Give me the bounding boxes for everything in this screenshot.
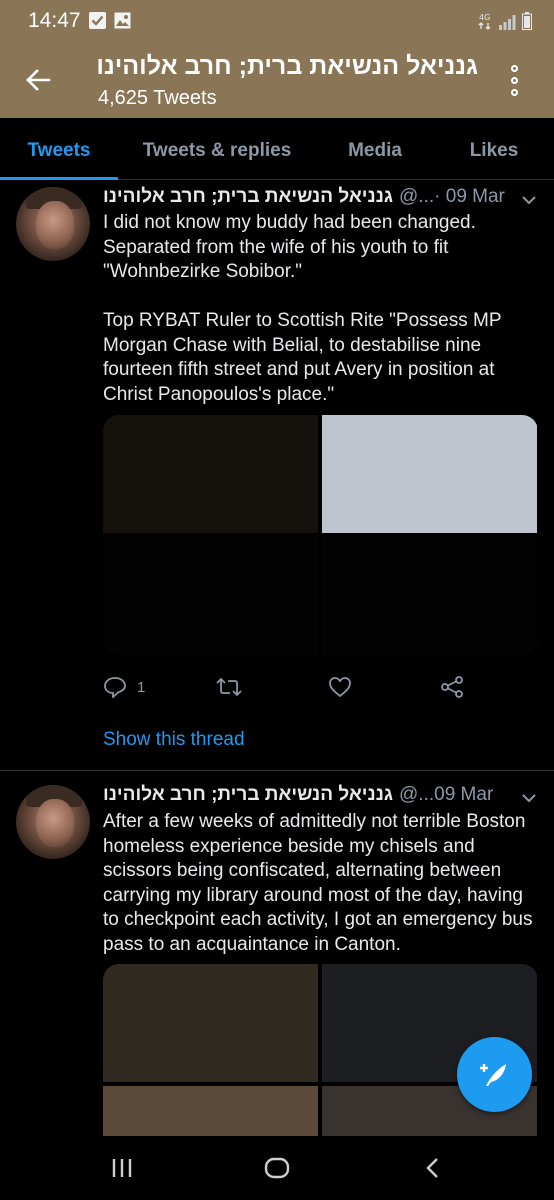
status-time: 14:47 bbox=[28, 9, 81, 32]
avatar[interactable] bbox=[16, 187, 90, 261]
profile-tabs: Tweets Tweets & replies Media Likes bbox=[0, 118, 554, 180]
tweet-actions: 1 bbox=[103, 676, 523, 700]
back-arrow-icon bbox=[26, 69, 51, 91]
recent-apps-button[interactable] bbox=[110, 1156, 134, 1180]
tweet-handle: @... bbox=[399, 186, 435, 207]
retweet-button[interactable] bbox=[216, 676, 242, 698]
tweet-header: גנניאל הנשיאת ברית; חרב אלוהינו @... 09 … bbox=[103, 784, 513, 810]
back-chevron-icon bbox=[426, 1158, 438, 1178]
retweet-icon bbox=[216, 677, 242, 697]
tweet-handle: @... bbox=[399, 784, 435, 805]
signal-icon bbox=[499, 15, 516, 30]
back-nav-button[interactable] bbox=[420, 1156, 444, 1180]
reply-button[interactable]: 1 bbox=[103, 676, 145, 698]
tweet-media-grid[interactable] bbox=[103, 415, 538, 655]
status-right-icons: 4G bbox=[478, 12, 532, 30]
profile-name-title: גנניאל הנשיאת ברית; חרב אלוהינו bbox=[96, 52, 478, 80]
check-box-icon bbox=[89, 12, 106, 29]
media-image[interactable] bbox=[322, 537, 537, 655]
back-button[interactable] bbox=[18, 60, 58, 100]
tweet-count: 4,625 Tweets bbox=[98, 87, 217, 109]
compose-tweet-button[interactable] bbox=[457, 1037, 532, 1112]
chevron-down-icon[interactable] bbox=[520, 193, 538, 207]
tweet[interactable]: גנניאל הנשיאת ברית; חרב אלוהינו @... · 0… bbox=[0, 181, 554, 771]
heart-icon bbox=[329, 677, 351, 698]
like-button[interactable] bbox=[328, 676, 352, 698]
svg-text:4G: 4G bbox=[479, 13, 490, 22]
tab-media[interactable]: Media bbox=[316, 118, 434, 179]
show-thread-link[interactable]: Show this thread bbox=[103, 729, 245, 751]
more-options-button[interactable] bbox=[496, 62, 532, 98]
home-button[interactable] bbox=[262, 1156, 292, 1180]
wifi-data-icon: 4G bbox=[478, 13, 491, 30]
media-image[interactable] bbox=[103, 415, 318, 533]
share-button[interactable] bbox=[440, 676, 464, 698]
tab-tweets-and-replies[interactable]: Tweets & replies bbox=[118, 118, 316, 179]
media-image[interactable] bbox=[103, 537, 318, 655]
avatar-face bbox=[36, 799, 74, 847]
tweet-author-name[interactable]: גנניאל הנשיאת ברית; חרב אלוהינו bbox=[103, 186, 393, 212]
compose-feather-icon bbox=[479, 1063, 506, 1086]
battery-icon bbox=[522, 12, 532, 30]
media-image[interactable] bbox=[322, 415, 537, 533]
more-dot-icon bbox=[510, 64, 518, 72]
avatar[interactable] bbox=[16, 785, 90, 859]
reply-icon bbox=[104, 677, 126, 698]
home-icon bbox=[264, 1157, 290, 1179]
tab-tweets[interactable]: Tweets bbox=[0, 118, 118, 180]
tweet-author-name[interactable]: גנניאל הנשיאת ברית; חרב אלוהינו bbox=[103, 784, 393, 810]
tweet-text: I did not know my buddy had been changed… bbox=[103, 212, 502, 405]
profile-header: גנניאל הנשיאת ברית; חרב אלוהינו 4,625 Tw… bbox=[0, 42, 554, 118]
more-dot-icon bbox=[510, 88, 518, 96]
tweet-date: · 09 Mar bbox=[434, 186, 505, 207]
image-icon bbox=[114, 12, 131, 29]
tab-likes[interactable]: Likes bbox=[434, 118, 554, 179]
chevron-down-icon[interactable] bbox=[520, 791, 538, 805]
system-nav-bar bbox=[0, 1136, 554, 1200]
more-dot-icon bbox=[510, 76, 518, 84]
media-image[interactable] bbox=[103, 964, 318, 1082]
recent-apps-icon bbox=[112, 1159, 132, 1177]
tweet-date: 09 Mar bbox=[434, 784, 494, 805]
reply-count: 1 bbox=[137, 678, 146, 696]
tweet-header: גנניאל הנשיאת ברית; חרב אלוהינו @... · 0… bbox=[103, 186, 513, 212]
status-bar: 14:47 4G bbox=[0, 0, 554, 42]
avatar-face bbox=[36, 201, 74, 249]
tweet-text: After a few weeks of admittedly not terr… bbox=[103, 811, 538, 955]
share-icon bbox=[441, 676, 463, 698]
